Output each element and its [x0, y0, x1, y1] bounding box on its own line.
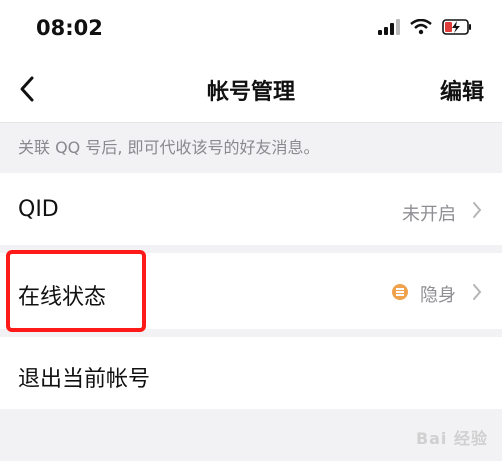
page-title: 帐号管理 [206, 80, 295, 105]
wifi-icon [410, 19, 432, 35]
edit-button[interactable]: 编辑 [440, 74, 484, 106]
highlight-box [6, 250, 146, 332]
status-time: 08:02 [36, 16, 103, 40]
cellular-signal-icon [378, 19, 400, 35]
logout-row[interactable]: 退出当前帐号 [0, 337, 502, 409]
logout-label: 退出当前帐号 [18, 367, 151, 392]
watermark: Bai 经验 [415, 429, 488, 448]
online-status-value: 隐身 [420, 285, 456, 306]
battery-charging-icon [442, 19, 471, 35]
status-dot-icon [392, 284, 408, 300]
chevron-right-icon [473, 202, 482, 218]
nav-bar: 帐号管理 编辑 [0, 56, 502, 123]
qid-label: QID [18, 197, 59, 222]
qid-value: 未开启 [402, 204, 456, 225]
status-icons [378, 19, 472, 35]
status-bar: 08:02 [0, 0, 502, 56]
hint-text: 关联 QQ 号后, 即可代收该号的好友消息。 [18, 138, 320, 157]
chevron-right-icon [473, 284, 482, 300]
qid-row[interactable]: QID 未开启 [0, 173, 502, 245]
